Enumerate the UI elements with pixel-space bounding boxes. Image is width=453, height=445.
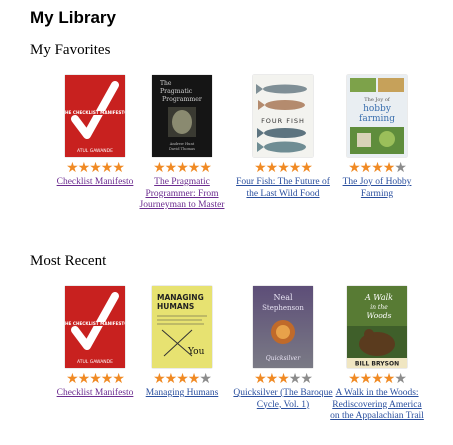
book-title-link[interactable]: A Walk in the Woods: Rediscovering Ameri…: [327, 388, 427, 423]
star-icon: ★: [199, 160, 212, 176]
recent-row: THE CHECKLIST MANIFESTO ATUL GAWANDE ★★★…: [0, 283, 453, 433]
star-icon: ★: [394, 371, 407, 387]
quicksilver-cover[interactable]: Neal Stephenson Quicksilver: [253, 286, 313, 368]
svg-text:FOUR FISH: FOUR FISH: [261, 117, 305, 125]
checklist-manifesto-cover[interactable]: THE CHECKLIST MANIFESTO ATUL GAWANDE: [65, 75, 125, 157]
star-icon: ★: [176, 371, 189, 387]
star-icon: ★: [77, 160, 91, 176]
star-icon: ★: [382, 160, 396, 176]
svg-text:BILL BRYSON: BILL BRYSON: [355, 361, 399, 368]
star-icon: ★: [77, 371, 91, 387]
star-icon: ★: [359, 160, 373, 176]
star-icon: ★: [66, 371, 79, 387]
svg-text:THE CHECKLIST MANIFESTO: THE CHECKLIST MANIFESTO: [65, 321, 125, 326]
book-title-link[interactable]: Checklist Manifesto: [45, 177, 145, 189]
star-rating: ★★★★★: [327, 161, 427, 175]
svg-text:in the: in the: [370, 304, 388, 311]
svg-text:Stephenson: Stephenson: [262, 304, 304, 312]
section-title-favorites: My Favorites: [30, 42, 111, 58]
star-icon: ★: [371, 160, 384, 176]
star-icon: ★: [89, 371, 102, 387]
star-icon: ★: [394, 160, 407, 176]
star-icon: ★: [153, 371, 166, 387]
star-icon: ★: [277, 160, 290, 176]
star-icon: ★: [100, 371, 114, 387]
four-fish-cover[interactable]: FOUR FISH: [253, 75, 313, 157]
star-icon: ★: [254, 160, 267, 176]
svg-text:ATUL GAWANDE: ATUL GAWANDE: [77, 359, 113, 365]
star-icon: ★: [300, 160, 313, 176]
star-icon: ★: [199, 371, 212, 387]
star-icon: ★: [348, 160, 361, 176]
star-rating: ★★★★★: [233, 161, 333, 175]
svg-text:MANAGING: MANAGING: [157, 293, 204, 302]
svg-text:You: You: [187, 347, 205, 357]
book-title-link[interactable]: Four Fish: The Future of the Last Wild F…: [233, 177, 333, 200]
star-icon: ★: [187, 160, 201, 176]
star-icon: ★: [187, 371, 201, 387]
star-icon: ★: [254, 371, 267, 387]
section-title-recent: Most Recent: [30, 253, 107, 269]
svg-text:The Joy of: The Joy of: [364, 97, 391, 103]
book-title-link[interactable]: Checklist Manifesto: [45, 388, 145, 400]
book-title-link[interactable]: The Pragmatic Programmer: From Journeyma…: [132, 177, 232, 212]
book-title-link[interactable]: The Joy of Hobby Farming: [327, 177, 427, 200]
page-title: My Library: [30, 8, 116, 27]
svg-text:David Thomas: David Thomas: [169, 147, 195, 151]
book-title-link[interactable]: Quicksilver (The Baroque Cycle, Vol. 1): [233, 388, 333, 411]
star-rating: ★★★★★: [132, 372, 232, 386]
checklist-manifesto-cover[interactable]: THE CHECKLIST MANIFESTO ATUL GAWANDE: [65, 286, 125, 368]
svg-text:The: The: [160, 80, 172, 87]
svg-text:Programmer: Programmer: [162, 96, 202, 103]
star-icon: ★: [100, 160, 114, 176]
hobby-farming-cover[interactable]: The Joy of hobby farming: [347, 75, 407, 157]
star-icon: ★: [348, 371, 361, 387]
svg-text:HUMANS: HUMANS: [157, 302, 194, 311]
managing-humans-cover[interactable]: MANAGING HUMANS You: [152, 286, 212, 368]
svg-text:THE CHECKLIST MANIFESTO: THE CHECKLIST MANIFESTO: [65, 110, 125, 115]
star-icon: ★: [164, 371, 178, 387]
star-rating: ★★★★★: [132, 161, 232, 175]
star-rating: ★★★★★: [233, 372, 333, 386]
star-icon: ★: [164, 160, 178, 176]
star-icon: ★: [300, 371, 313, 387]
star-icon: ★: [288, 371, 302, 387]
star-icon: ★: [265, 371, 279, 387]
star-rating: ★★★★★: [45, 372, 145, 386]
star-icon: ★: [66, 160, 79, 176]
star-icon: ★: [359, 371, 373, 387]
star-rating: ★★★★★: [45, 161, 145, 175]
favorites-row: THE CHECKLIST MANIFESTO ATUL GAWANDE ★★★…: [0, 72, 453, 222]
pragmatic-programmer-cover[interactable]: The Pragmatic Programmer Andrew Hunt Dav…: [152, 75, 212, 157]
star-icon: ★: [176, 160, 189, 176]
svg-text:hobby: hobby: [363, 104, 392, 114]
svg-text:Andrew Hunt: Andrew Hunt: [169, 142, 195, 146]
star-icon: ★: [112, 371, 125, 387]
walk-in-the-woods-cover[interactable]: A Walk in the Woods BILL BRYSON: [347, 286, 407, 368]
svg-text:A Walk: A Walk: [364, 293, 393, 302]
svg-text:farming: farming: [359, 114, 395, 124]
star-rating: ★★★★★: [327, 372, 427, 386]
star-icon: ★: [153, 160, 166, 176]
star-icon: ★: [112, 160, 125, 176]
star-icon: ★: [382, 371, 396, 387]
star-icon: ★: [371, 371, 384, 387]
star-icon: ★: [288, 160, 302, 176]
svg-text:Woods: Woods: [367, 311, 392, 320]
svg-text:Pragmatic: Pragmatic: [160, 88, 193, 95]
star-icon: ★: [277, 371, 290, 387]
star-icon: ★: [265, 160, 279, 176]
book-title-link[interactable]: Managing Humans: [132, 388, 232, 400]
svg-text:Neal: Neal: [273, 293, 293, 302]
svg-text:ATUL GAWANDE: ATUL GAWANDE: [77, 148, 113, 154]
star-icon: ★: [89, 160, 102, 176]
svg-text:Quicksilver: Quicksilver: [266, 355, 302, 362]
